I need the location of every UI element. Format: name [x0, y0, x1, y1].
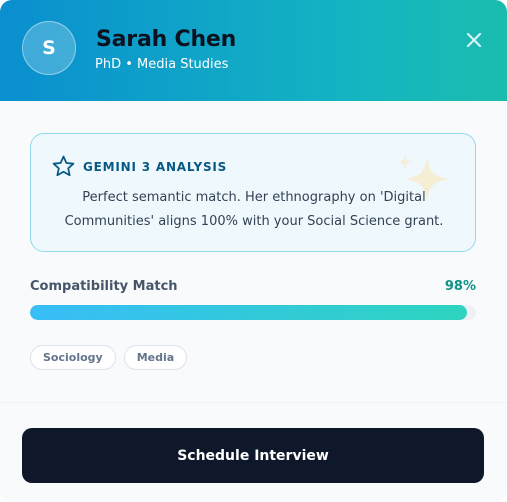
- candidate-modal: S Sarah Chen PhD • Media Studies GEMINI …: [0, 0, 507, 502]
- schedule-interview-button[interactable]: Schedule Interview: [22, 428, 484, 483]
- close-button[interactable]: [462, 28, 486, 52]
- analysis-title: GEMINI 3 ANALYSIS: [83, 159, 228, 174]
- analysis-header: GEMINI 3 ANALYSIS: [51, 154, 227, 179]
- close-icon: [466, 32, 482, 48]
- compatibility-progress-bar: [30, 305, 476, 320]
- tag-media: Media: [123, 345, 188, 370]
- star-icon: [52, 155, 75, 177]
- compatibility-progress-fill: [30, 305, 468, 320]
- avatar: S: [22, 21, 76, 75]
- candidate-name: Sarah Chen: [96, 27, 237, 52]
- tag-sociology: Sociology: [30, 345, 116, 370]
- analysis-card: GEMINI 3 ANALYSIS Perfect semantic match…: [30, 133, 476, 252]
- tag-list: Sociology Media: [30, 345, 188, 370]
- compatibility-value: 98%: [444, 279, 476, 294]
- modal-header: S Sarah Chen PhD • Media Studies: [0, 0, 507, 101]
- avatar-initial: S: [42, 37, 56, 59]
- analysis-text: Perfect semantic match. Her ethnography …: [64, 190, 444, 229]
- candidate-subtitle: PhD • Media Studies: [95, 57, 229, 72]
- compatibility-label: Compatibility Match: [30, 279, 178, 294]
